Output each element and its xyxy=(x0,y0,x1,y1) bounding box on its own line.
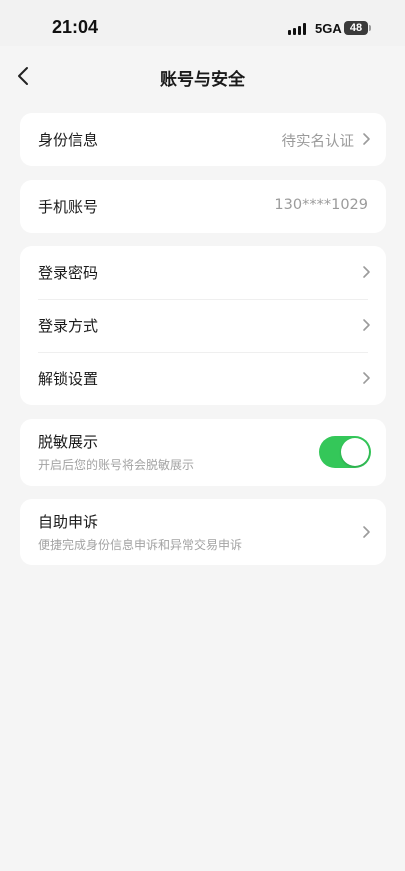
phone-account-value: 130****1029 xyxy=(274,197,368,213)
signal-icon xyxy=(288,23,310,35)
phone-screen: 21:04 5GA 48 账号与安全 身份信息 待实名认证 手机账号 130**… xyxy=(0,0,405,871)
chevron-right-icon xyxy=(363,266,370,278)
desensitize-card: 脱敏展示 开启后您的账号将会脱敏展示 xyxy=(20,419,386,486)
chevron-right-icon xyxy=(363,319,370,331)
identity-card: 身份信息 待实名认证 xyxy=(20,113,386,166)
security-card: 登录密码 登录方式 解锁设置 xyxy=(20,246,386,405)
battery-level: 48 xyxy=(349,22,363,34)
unlock-settings-label: 解锁设置 xyxy=(38,370,99,388)
appeal-description: 便捷完成身份信息申诉和异常交易申诉 xyxy=(38,538,243,552)
identity-info-row[interactable]: 身份信息 待实名认证 xyxy=(20,113,386,166)
appeal-card[interactable]: 自助申诉 便捷完成身份信息申诉和异常交易申诉 xyxy=(20,499,386,565)
unlock-settings-row[interactable]: 解锁设置 xyxy=(20,352,386,405)
network-type: 5GA xyxy=(315,21,342,36)
battery-tip xyxy=(369,25,371,31)
login-password-row[interactable]: 登录密码 xyxy=(20,246,386,299)
chevron-right-icon xyxy=(363,526,370,538)
battery-icon: 48 xyxy=(344,21,368,35)
desensitize-description: 开启后您的账号将会脱敏展示 xyxy=(38,458,195,472)
login-method-row[interactable]: 登录方式 xyxy=(20,299,386,352)
chevron-right-icon xyxy=(363,133,370,145)
page-title: 账号与安全 xyxy=(160,70,245,90)
status-bar: 21:04 5GA 48 xyxy=(0,0,405,46)
phone-account-label: 手机账号 xyxy=(38,198,99,216)
appeal-label: 自助申诉 xyxy=(38,513,99,531)
toggle-knob xyxy=(341,438,369,466)
login-method-label: 登录方式 xyxy=(38,317,99,335)
identity-info-value: 待实名认证 xyxy=(281,134,355,150)
phone-card: 手机账号 130****1029 xyxy=(20,180,386,233)
login-password-label: 登录密码 xyxy=(38,264,99,282)
phone-account-row: 手机账号 130****1029 xyxy=(20,180,386,233)
identity-info-label: 身份信息 xyxy=(38,131,99,149)
nav-bar: 账号与安全 xyxy=(0,46,405,106)
chevron-right-icon xyxy=(363,372,370,384)
desensitize-toggle[interactable] xyxy=(319,436,371,468)
status-time: 21:04 xyxy=(52,17,99,37)
desensitize-label: 脱敏展示 xyxy=(38,433,99,451)
